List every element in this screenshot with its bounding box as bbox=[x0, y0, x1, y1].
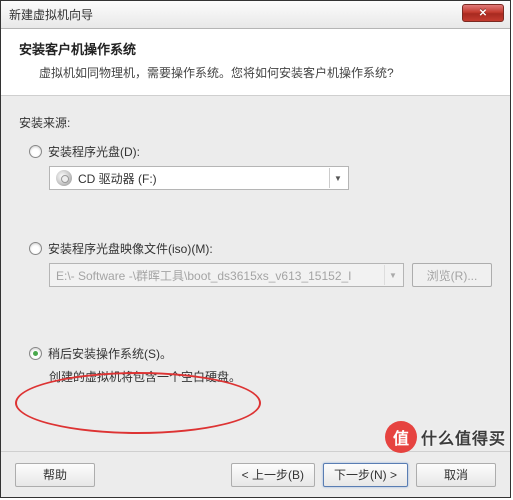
next-button[interactable]: 下一步(N) > bbox=[323, 463, 408, 487]
source-label: 安装来源: bbox=[19, 114, 492, 131]
wizard-footer: 帮助 < 上一步(B) 下一步(N) > 取消 bbox=[1, 451, 510, 497]
header-subtitle: 虚拟机如同物理机，需要操作系统。您将如何安装客户机操作系统? bbox=[19, 64, 492, 81]
radio-icon bbox=[29, 145, 42, 158]
chevron-down-icon: ▼ bbox=[384, 265, 401, 285]
later-note: 创建的虚拟机将包含一个空白硬盘。 bbox=[49, 368, 492, 385]
disc-drive-combo[interactable]: CD 驱动器 (F:) ▼ bbox=[49, 166, 349, 190]
radio-later-label: 稍后安装操作系统(S)。 bbox=[48, 345, 172, 362]
back-button[interactable]: < 上一步(B) bbox=[231, 463, 315, 487]
disc-drive-value: CD 驱动器 (F:) bbox=[78, 170, 329, 187]
wizard-window: 新建虚拟机向导 ✕ 安装客户机操作系统 虚拟机如同物理机，需要操作系统。您将如何… bbox=[0, 0, 511, 498]
wizard-body: 安装来源: 安装程序光盘(D): CD 驱动器 (F:) ▼ 安装程序光盘映像文… bbox=[1, 96, 510, 451]
radio-later[interactable]: 稍后安装操作系统(S)。 bbox=[29, 345, 492, 362]
close-icon: ✕ bbox=[479, 8, 487, 19]
close-button[interactable]: ✕ bbox=[462, 4, 504, 22]
chevron-down-icon: ▼ bbox=[329, 168, 346, 188]
option-iso-block: 安装程序光盘映像文件(iso)(M): E:\- Software -\群晖工具… bbox=[29, 240, 492, 287]
cancel-button[interactable]: 取消 bbox=[416, 463, 496, 487]
cd-icon bbox=[56, 170, 72, 186]
radio-iso[interactable]: 安装程序光盘映像文件(iso)(M): bbox=[29, 240, 492, 257]
iso-path-field: E:\- Software -\群晖工具\boot_ds3615xs_v613_… bbox=[49, 263, 404, 287]
header-title: 安装客户机操作系统 bbox=[19, 39, 492, 58]
option-later-block: 稍后安装操作系统(S)。 创建的虚拟机将包含一个空白硬盘。 bbox=[29, 345, 492, 385]
iso-path-value: E:\- Software -\群晖工具\boot_ds3615xs_v613_… bbox=[56, 267, 352, 284]
radio-iso-label: 安装程序光盘映像文件(iso)(M): bbox=[48, 240, 213, 257]
radio-disc-label: 安装程序光盘(D): bbox=[48, 143, 140, 160]
title-bar: 新建虚拟机向导 ✕ bbox=[1, 1, 510, 29]
option-disc-block: 安装程序光盘(D): CD 驱动器 (F:) ▼ bbox=[29, 143, 492, 190]
window-title: 新建虚拟机向导 bbox=[9, 6, 93, 23]
wizard-header: 安装客户机操作系统 虚拟机如同物理机，需要操作系统。您将如何安装客户机操作系统? bbox=[1, 29, 510, 96]
radio-icon bbox=[29, 242, 42, 255]
radio-icon bbox=[29, 347, 42, 360]
help-button[interactable]: 帮助 bbox=[15, 463, 95, 487]
browse-button: 浏览(R)... bbox=[412, 263, 492, 287]
radio-disc[interactable]: 安装程序光盘(D): bbox=[29, 143, 492, 160]
